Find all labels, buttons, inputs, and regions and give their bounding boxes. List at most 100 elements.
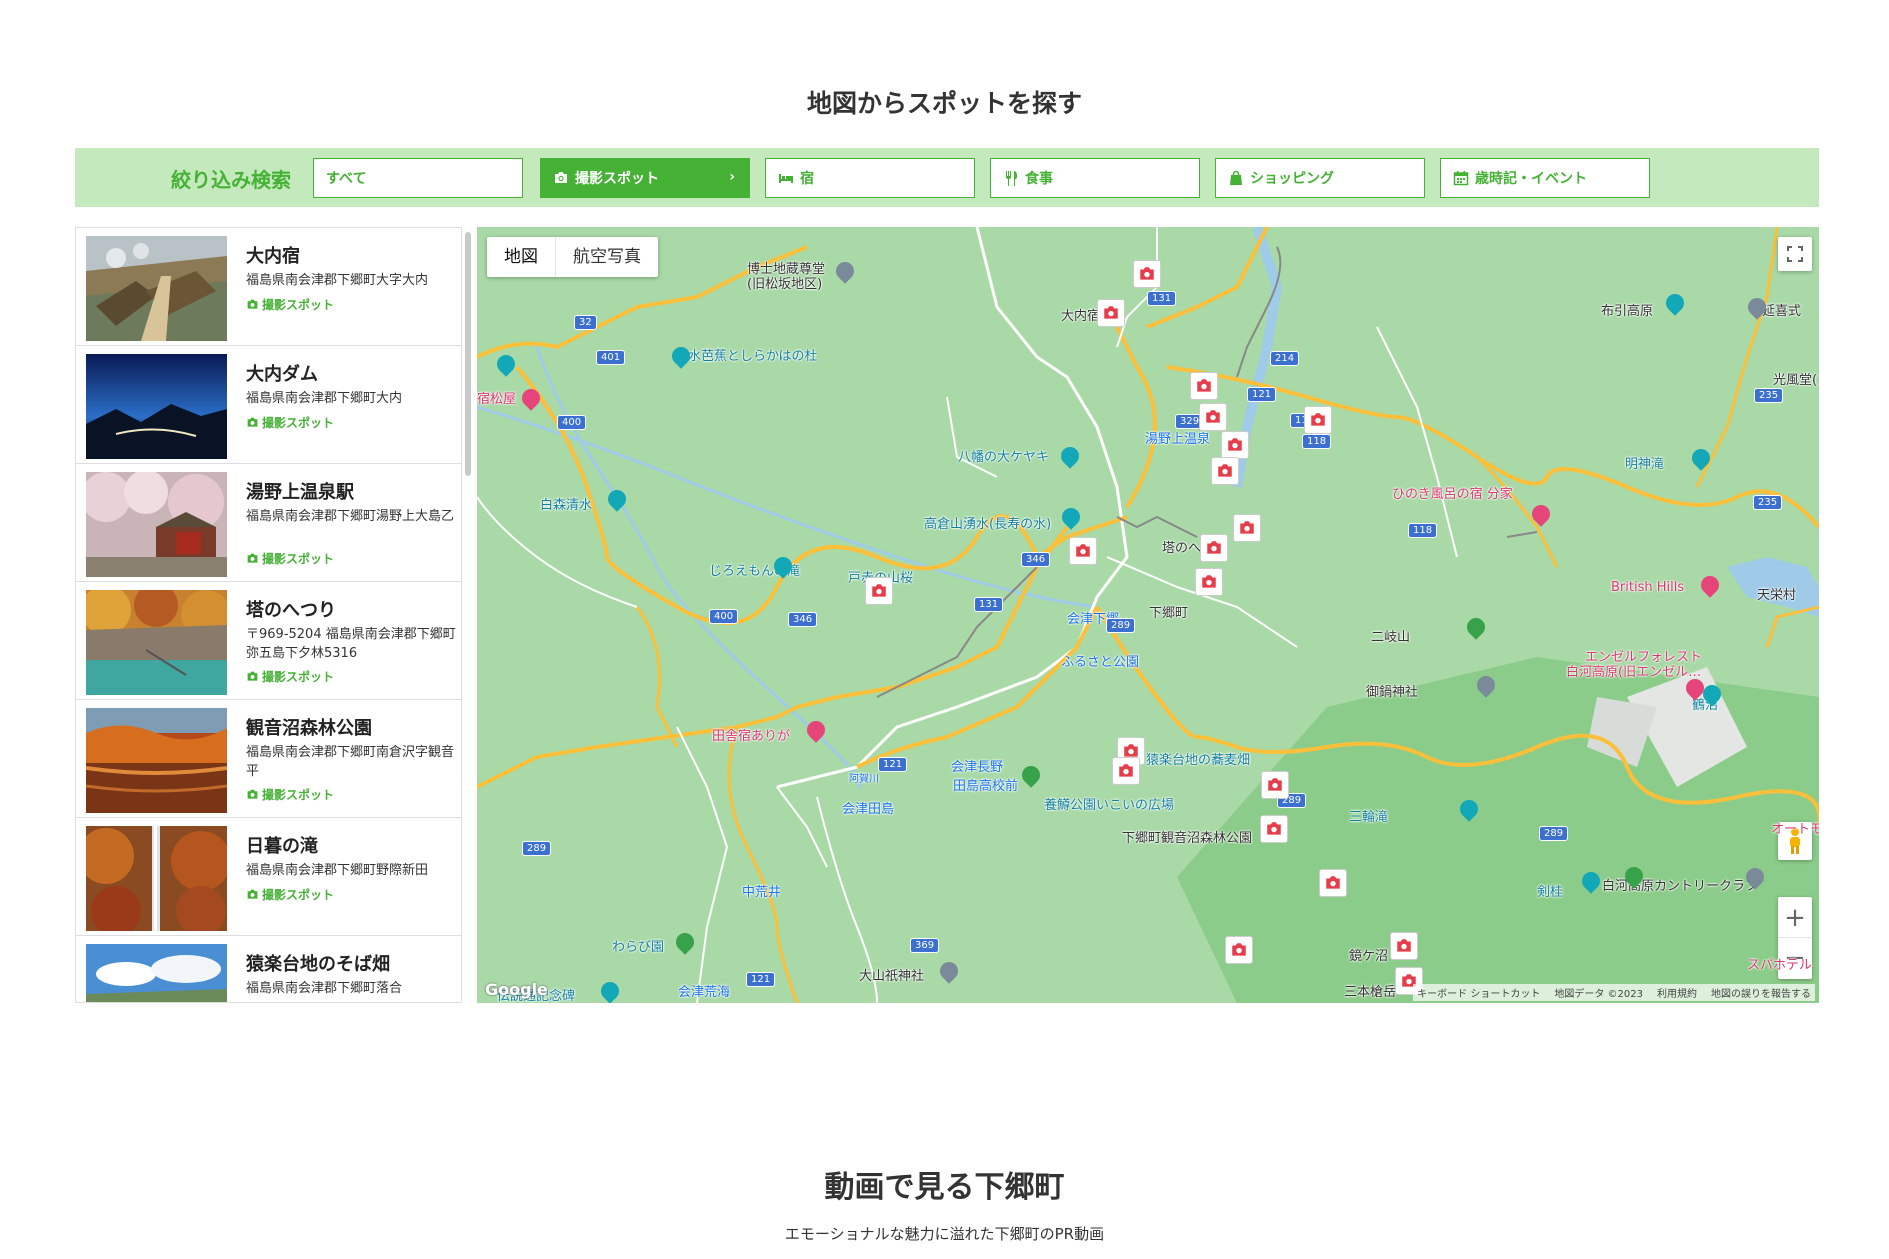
camera-icon [1207, 541, 1221, 554]
photo-spot-marker[interactable] [1390, 932, 1418, 960]
map-attribution: キーボード ショートカット 地図データ ©2023 利用規約 地図の誤りを報告す… [1413, 984, 1815, 1001]
photo-spot-marker[interactable] [1260, 815, 1288, 843]
map-label: 会津荒海 [678, 985, 731, 1000]
filter-meal-button[interactable]: 食事 [990, 158, 1200, 198]
spot-tag: 撮影スポット [246, 786, 334, 803]
route-shield: 121 [746, 972, 776, 987]
route-shield: 235 [1754, 388, 1784, 403]
filter-photo-spot-label: 撮影スポット [575, 171, 659, 187]
photo-spot-marker[interactable] [1133, 260, 1161, 288]
spot-address: 福島県南会津郡下郷町野際新田 [246, 863, 429, 878]
photo-spot-marker[interactable] [1261, 771, 1289, 799]
report-error-link[interactable]: 地図の誤りを報告する [1711, 985, 1811, 1000]
camera-icon [1119, 764, 1133, 777]
zoom-in-button[interactable]: + [1778, 898, 1812, 938]
camera-icon [1202, 575, 1216, 588]
filter-photo-spot-button[interactable]: 撮影スポット › [540, 158, 750, 198]
photo-spot-marker[interactable] [1097, 299, 1125, 327]
spot-name: 塔のへつり [246, 600, 336, 621]
spot-name: 猿楽台地のそば畑 [246, 954, 390, 975]
route-shield: 346 [1021, 552, 1051, 567]
map-label: 大山祇神社 [859, 969, 925, 984]
map-type-satellite-button[interactable]: 航空写真 [556, 237, 658, 277]
map-label: 会津田島 [842, 802, 895, 817]
filter-meal-label: 食事 [1025, 171, 1053, 187]
photo-spot-marker[interactable] [1200, 534, 1228, 562]
map-type-toggle: 地図 航空写真 [487, 237, 658, 277]
map-view[interactable]: 地図 航空写真 + − 博士地蔵尊堂 (旧松坂地区) 大内宿 布引高原 延喜式 … [477, 227, 1819, 1003]
list-item[interactable]: 大内宿 福島県南会津郡下郷町大字大内 撮影スポット [76, 228, 461, 346]
spot-photo-thumbnail [86, 354, 227, 459]
chevron-right-icon: › [729, 169, 735, 185]
map-label: 大内宿 [1061, 309, 1101, 324]
list-item[interactable]: 塔のへつり 〒969-5204 福島県南会津郡下郷町弥五島下夕林5316 撮影ス… [76, 582, 461, 700]
filter-lodging-button[interactable]: 宿 [765, 158, 975, 198]
spot-tag: 撮影スポット [246, 668, 334, 685]
fullscreen-button[interactable] [1778, 237, 1812, 271]
map-label: 宿松屋 [477, 392, 517, 407]
spot-photo-thumbnail [86, 708, 227, 813]
camera-icon [1397, 939, 1411, 952]
google-logo: Google [485, 980, 548, 999]
photo-spot-marker[interactable] [865, 577, 893, 605]
list-item[interactable]: 湯野上温泉駅 福島県南会津郡下郷町湯野上大島乙 撮影スポット [76, 464, 461, 582]
map-label: スパホテル [1747, 958, 1813, 973]
photo-spot-marker[interactable] [1319, 869, 1347, 897]
camera-icon [1267, 822, 1281, 835]
spot-name: 大内ダム [246, 364, 318, 385]
route-shield: 346 [788, 612, 818, 627]
map-label: 白河高原(旧エンゼル… [1566, 665, 1702, 680]
spot-list[interactable]: 大内宿 福島県南会津郡下郷町大字大内 撮影スポット 大内ダム 福島県南会津郡下郷… [75, 227, 462, 1003]
map-label: 御鍋神社 [1366, 685, 1419, 700]
map-label: 水芭蕉としらかはの杜 [688, 349, 818, 364]
photo-spot-marker[interactable] [1190, 372, 1218, 400]
map-section-title: 地図からスポットを探す [806, 89, 1082, 118]
photo-spot-marker[interactable] [1112, 757, 1140, 785]
spot-name: 湯野上温泉駅 [246, 482, 354, 503]
filter-shopping-button[interactable]: ショッピング [1215, 158, 1425, 198]
bed-icon [779, 174, 793, 183]
filter-event-button[interactable]: 歳時記・イベント [1440, 158, 1650, 198]
list-item[interactable]: 観音沼森林公園 福島県南会津郡下郷町南倉沢字観音平 撮影スポット [76, 700, 461, 818]
terms-link[interactable]: 利用規約 [1657, 985, 1697, 1000]
photo-spot-marker[interactable] [1195, 568, 1223, 596]
camera-icon [1268, 778, 1282, 791]
filter-all-button[interactable]: すべて [313, 158, 523, 198]
spot-address: 福島県南会津郡下郷町湯野上大島乙 [246, 509, 455, 524]
route-shield: 32 [574, 315, 597, 330]
spot-tag-label: 撮影スポット [262, 416, 335, 430]
photo-spot-marker[interactable] [1233, 514, 1261, 542]
map-label: 下郷町観音沼森林公園 [1122, 831, 1253, 846]
camera-icon [1104, 306, 1118, 319]
list-scrollbar[interactable] [465, 232, 471, 476]
video-section-title: 動画で見る下郷町 [824, 1170, 1065, 1205]
photo-spot-marker[interactable] [1304, 406, 1332, 434]
photo-spot-marker[interactable] [1069, 537, 1097, 565]
photo-spot-marker[interactable] [1211, 457, 1239, 485]
map-label: 布引高原 [1601, 304, 1654, 319]
spot-tag: 撮影スポット [246, 414, 334, 431]
spot-photo-thumbnail [86, 944, 227, 1002]
camera-icon [1197, 379, 1211, 392]
shopping-bag-icon [1230, 170, 1242, 185]
filter-event-label: 歳時記・イベント [1475, 171, 1587, 187]
route-shield: 121 [1247, 387, 1277, 402]
camera-icon [247, 789, 258, 799]
map-label: 白森清水 [540, 498, 593, 513]
photo-spot-marker[interactable] [1221, 431, 1249, 459]
list-item[interactable]: 日暮の滝 福島県南会津郡下郷町野際新田 撮影スポット [76, 818, 461, 936]
page: 地図からスポットを探す 絞り込み検索 すべて 撮影スポット › 宿 食事 ショッ… [0, 0, 1889, 1259]
list-item[interactable]: 大内ダム 福島県南会津郡下郷町大内 撮影スポット [76, 346, 461, 464]
keyboard-shortcuts-link[interactable]: キーボード ショートカット [1417, 985, 1540, 1000]
map-label: 三輪滝 [1349, 810, 1389, 825]
list-item[interactable]: 猿楽台地のそば畑 福島県南会津郡下郷町落合 [76, 936, 461, 1002]
route-shield: 118 [1408, 523, 1438, 538]
map-label: 延喜式 [1762, 304, 1802, 319]
spot-address: 福島県南会津郡下郷町大字大内 [246, 273, 429, 288]
map-type-map-button[interactable]: 地図 [487, 237, 556, 277]
map-label: (旧松坂地区) [747, 277, 823, 292]
fullscreen-icon [1787, 246, 1803, 262]
photo-spot-marker[interactable] [1225, 936, 1253, 964]
photo-spot-marker[interactable] [1199, 403, 1227, 431]
spot-tag: 撮影スポット [246, 550, 334, 567]
